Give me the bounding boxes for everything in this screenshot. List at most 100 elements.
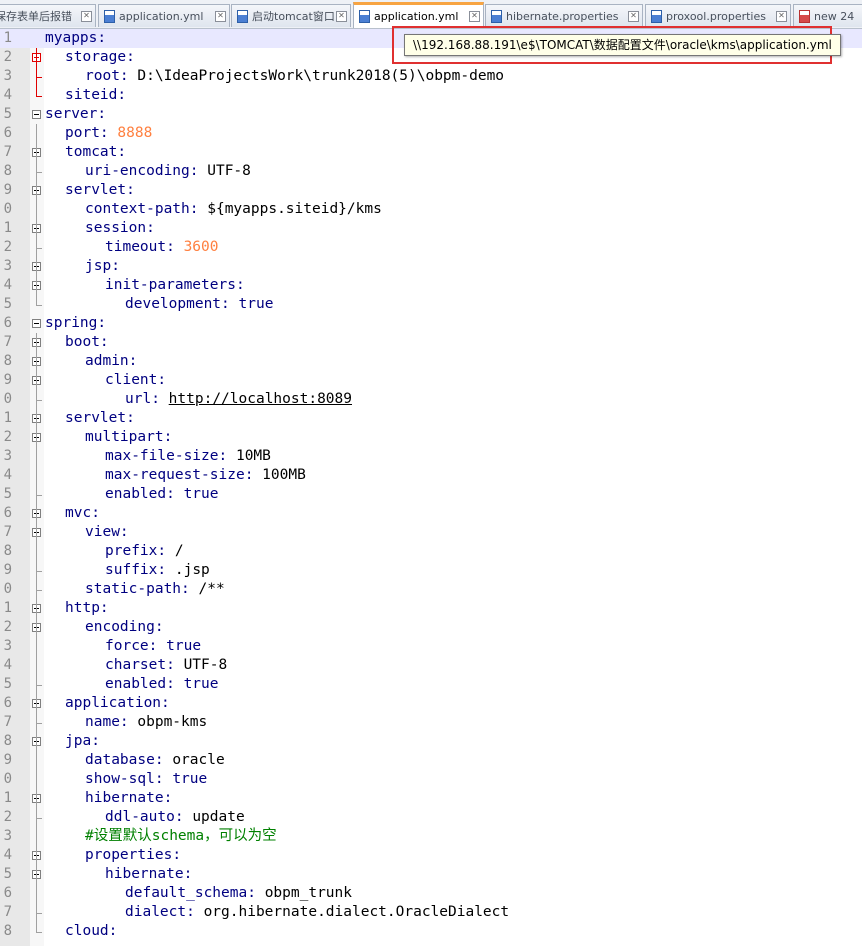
code-line[interactable]: 6 application: xyxy=(0,694,862,713)
code-line[interactable]: 4 max-request-size: 100MB xyxy=(0,466,862,485)
code-line[interactable]: 2 multipart: xyxy=(0,428,862,447)
close-tab-icon[interactable]: ✕ xyxy=(776,10,787,22)
code-text: encoding: xyxy=(85,618,164,637)
close-tab-icon[interactable]: ✕ xyxy=(336,10,347,22)
code-line[interactable]: 1 http: xyxy=(0,599,862,618)
line-number: 1 xyxy=(3,30,12,46)
tab-6[interactable]: proxool.properties ✕ xyxy=(645,4,791,27)
code-line[interactable]: 7 boot: xyxy=(0,333,862,352)
yaml-separator: : xyxy=(97,106,107,122)
yaml-value[interactable]: http://localhost:8089 xyxy=(169,391,352,407)
yaml-separator: : xyxy=(189,201,208,217)
tab-4[interactable]: application.yml ✕ xyxy=(353,2,484,28)
code-line[interactable]: 0 show-sql: true xyxy=(0,770,862,789)
code-line[interactable]: 8 uri-encoding: UTF-8 xyxy=(0,162,862,181)
yaml-value: 10MB xyxy=(235,448,271,464)
code-line[interactable]: 1 hibernate: xyxy=(0,789,862,808)
code-line[interactable]: 9 servlet: xyxy=(0,181,862,200)
code-line[interactable]: 8 jpa: xyxy=(0,732,862,751)
code-line[interactable]: 8 admin: xyxy=(0,352,862,371)
yaml-key: name xyxy=(85,714,120,730)
code-text: myapps: xyxy=(45,29,106,48)
code-line[interactable]: 0 context-path: ${myapps.siteid}/kms xyxy=(0,200,862,219)
code-line[interactable]: 4 properties: xyxy=(0,846,862,865)
code-line[interactable]: 5 enabled: true xyxy=(0,675,862,694)
code-line[interactable]: 9 suffix: .jsp xyxy=(0,561,862,580)
yaml-separator: : xyxy=(235,277,245,293)
code-text: init-parameters: xyxy=(105,276,245,295)
code-text: suffix: .jsp xyxy=(105,561,210,580)
code-line[interactable]: 8 prefix: / xyxy=(0,542,862,561)
yaml-separator: : xyxy=(174,809,193,825)
code-line[interactable]: 3 jsp: xyxy=(0,257,862,276)
line-number: 4 xyxy=(3,657,12,673)
line-number: 8 xyxy=(3,733,12,749)
code-line[interactable]: 6 mvc: xyxy=(0,504,862,523)
tab-7[interactable]: new 24 xyxy=(793,4,862,27)
yaml-separator: : xyxy=(166,657,184,673)
yaml-value: .jsp xyxy=(174,562,210,578)
code-line[interactable]: 7 view: xyxy=(0,523,862,542)
code-line[interactable]: 2 encoding: xyxy=(0,618,862,637)
code-text: static-path: /** xyxy=(85,580,225,599)
file-icon xyxy=(491,9,502,23)
close-tab-icon[interactable]: ✕ xyxy=(469,11,480,22)
code-line[interactable]: 4 siteid: xyxy=(0,86,862,105)
tab-5[interactable]: hibernate.properties ✕ xyxy=(485,4,643,27)
yaml-value: true xyxy=(183,676,219,692)
tab-label: application.yml xyxy=(374,10,459,23)
code-line[interactable]: 7 name: obpm-kms xyxy=(0,713,862,732)
line-number: 3 xyxy=(3,448,12,464)
yaml-separator: : xyxy=(181,581,199,597)
code-line[interactable]: 3 root: D:\IdeaProjectsWork\trunk2018(5)\… xyxy=(0,67,862,86)
code-line[interactable]: 6 spring: xyxy=(0,314,862,333)
code-text: storage: xyxy=(65,48,135,67)
code-text: server: xyxy=(45,105,106,124)
code-line[interactable]: 2 timeout: 3600 xyxy=(0,238,862,257)
code-line[interactable]: 0 url: http://localhost:8089 xyxy=(0,390,862,409)
close-tab-icon[interactable]: ✕ xyxy=(81,10,92,22)
yaml-key: boot xyxy=(65,334,100,350)
code-text: uri-encoding: UTF-8 xyxy=(85,162,251,181)
tab-2[interactable]: application.yml ✕ xyxy=(98,4,230,27)
yaml-separator: : xyxy=(146,220,155,236)
yaml-separator: : xyxy=(111,258,120,274)
close-tab-icon[interactable]: ✕ xyxy=(628,10,639,22)
tab-label: proxool.properties xyxy=(666,9,766,23)
yaml-separator: : xyxy=(99,334,109,350)
code-line[interactable]: 3 #设置默认schema，可以为空 xyxy=(0,827,862,846)
code-line[interactable]: 9 database: oracle xyxy=(0,751,862,770)
code-line[interactable]: 5 hibernate: xyxy=(0,865,862,884)
line-number: 6 xyxy=(3,505,12,521)
close-tab-icon[interactable]: ✕ xyxy=(215,10,226,22)
line-number: 5 xyxy=(3,106,12,122)
code-line[interactable]: 3 force: true xyxy=(0,637,862,656)
tab-1[interactable]: 保存表单后报错 ✕ xyxy=(0,4,96,27)
code-line[interactable]: 4 init-parameters: xyxy=(0,276,862,295)
code-text: cloud: xyxy=(65,922,117,941)
tab-3[interactable]: 启动tomcat窗口 ✕ xyxy=(231,4,351,27)
code-line[interactable]: 4 charset: UTF-8 xyxy=(0,656,862,675)
line-number: 4 xyxy=(3,277,12,293)
line-number: 2 xyxy=(3,429,12,445)
code-line[interactable]: 7 tomcat: xyxy=(0,143,862,162)
code-text: name: obpm-kms xyxy=(85,713,207,732)
code-line[interactable]: 0 static-path: /** xyxy=(0,580,862,599)
code-line[interactable]: 7 dialect: org.hibernate.dialect.OracleDi… xyxy=(0,903,862,922)
code-text: force: true xyxy=(105,637,201,656)
code-editor[interactable]: 1 myapps: 2 storage: 3 root: D:\IdeaProjectsW… xyxy=(0,29,862,946)
code-text: hibernate: xyxy=(105,865,192,884)
code-line[interactable]: 1 session: xyxy=(0,219,862,238)
code-line[interactable]: 6 port: 8888 xyxy=(0,124,862,143)
code-line[interactable]: 5 server: xyxy=(0,105,862,124)
code-line[interactable]: 8 cloud: xyxy=(0,922,862,941)
code-line[interactable]: 5 enabled: true xyxy=(0,485,862,504)
code-line[interactable]: 1 servlet: xyxy=(0,409,862,428)
code-line[interactable]: 5 development: true xyxy=(0,295,862,314)
code-line[interactable]: 9 client: xyxy=(0,371,862,390)
code-line[interactable]: 6 default_schema: obpm_trunk xyxy=(0,884,862,903)
yaml-separator: : xyxy=(99,125,118,141)
code-line[interactable]: 2 ddl-auto: update xyxy=(0,808,862,827)
code-line[interactable]: 3 max-file-size: 10MB xyxy=(0,447,862,466)
yaml-value: obpm-kms xyxy=(137,714,208,730)
